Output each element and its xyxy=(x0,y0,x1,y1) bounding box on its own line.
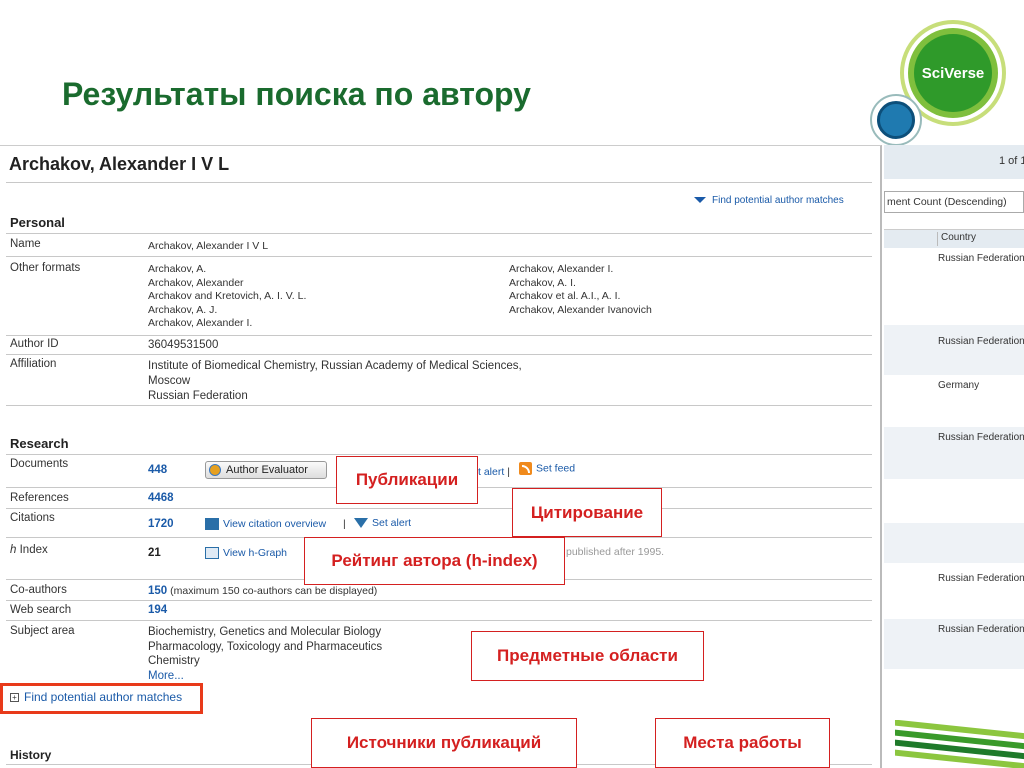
subject-area-label: Subject area xyxy=(10,625,75,637)
table-row: Russian Federation xyxy=(938,573,1024,584)
annotation-sources: Источники публикаций xyxy=(311,718,577,768)
table-row: Germany xyxy=(938,380,980,391)
column-header-country[interactable]: Country xyxy=(937,232,976,246)
view-hgraph-link[interactable]: View h-Graph xyxy=(205,547,287,560)
table-row: Russian Federation xyxy=(938,336,1024,347)
separator: | xyxy=(343,518,346,530)
affiliation-value: Institute of Biomedical Chemistry, Russi… xyxy=(148,360,522,402)
other-formats-col1: Archakov, A. Archakov, Alexander Archako… xyxy=(148,263,307,329)
table-row: Russian Federation xyxy=(938,624,1024,635)
section-research: Research xyxy=(10,436,69,451)
table-row: Russian Federation xyxy=(938,253,1024,264)
citations-count-link[interactable]: 1720 xyxy=(148,518,174,530)
decorative-circle-icon xyxy=(870,94,922,146)
find-author-matches-link-bottom[interactable]: + Find potential author matches xyxy=(10,690,182,704)
affiliation-label: Affiliation xyxy=(10,358,57,370)
section-history: History xyxy=(10,748,52,762)
results-table-fragment: 1 of 1 ment Count (Descending) Country R… xyxy=(884,145,1024,768)
decorative-stripes xyxy=(895,720,1024,768)
coauthors-label: Co-authors xyxy=(10,584,67,596)
documents-label: Documents xyxy=(10,458,69,470)
annotation-citations: Цитирование xyxy=(512,488,662,537)
hindex-note: published after 1995. xyxy=(566,546,665,558)
set-feed-link[interactable]: Set feed xyxy=(519,462,575,475)
other-formats-col2: Archakov, Alexander I. Archakov, A. I. A… xyxy=(509,263,652,316)
set-alert-link-documents[interactable]: t alert | xyxy=(478,466,510,478)
set-alert-link-citations[interactable]: Set alert xyxy=(354,517,411,529)
sort-select[interactable]: ment Count (Descending) xyxy=(884,191,1024,213)
name-value: Archakov, Alexander I V L xyxy=(148,240,269,252)
annotation-publications: Публикации xyxy=(336,456,478,504)
bar-chart-icon xyxy=(205,518,219,531)
find-author-matches-link-top[interactable]: Find potential author matches xyxy=(694,195,844,206)
triangle-down-icon xyxy=(694,197,706,204)
annotation-subjects: Предметные области xyxy=(471,631,704,681)
expand-plus-icon: + xyxy=(10,693,19,703)
author-id-label: Author ID xyxy=(10,338,59,350)
documents-count-link[interactable]: 448 xyxy=(148,464,167,476)
websearch-count[interactable]: 194 xyxy=(148,604,167,616)
coauthors-value: 150 (maximum 150 co-authors can be displ… xyxy=(148,585,378,597)
websearch-label: Web search xyxy=(10,604,72,616)
author-evaluator-icon xyxy=(209,464,221,476)
author-name: Archakov, Alexander I V L xyxy=(9,154,230,174)
annotation-workplaces: Места работы xyxy=(655,718,830,768)
slide-title: Результаты поиска по автору xyxy=(62,76,531,112)
author-evaluator-button[interactable]: Author Evaluator xyxy=(205,461,327,479)
logo-text: SciVerse xyxy=(914,34,992,112)
rss-icon xyxy=(519,462,532,475)
references-label: References xyxy=(10,492,69,504)
table-row: Russian Federation xyxy=(938,432,1024,443)
alert-icon xyxy=(354,518,368,529)
more-link[interactable]: More... xyxy=(148,669,382,684)
view-citation-overview-link[interactable]: View citation overview xyxy=(205,518,326,531)
author-id-value: 36049531500 xyxy=(148,339,219,351)
hindex-value: 21 xyxy=(148,547,161,559)
annotation-hindex: Рейтинг автора (h-index) xyxy=(304,537,565,585)
references-count[interactable]: 4468 xyxy=(148,492,174,504)
subject-area-list: Biochemistry, Genetics and Molecular Bio… xyxy=(148,626,383,684)
graph-icon xyxy=(205,547,219,560)
section-personal: Personal xyxy=(10,215,65,230)
citations-label: Citations xyxy=(10,512,55,524)
page-info: 1 of 1 xyxy=(999,155,1024,167)
other-formats-label: Other formats xyxy=(10,262,81,274)
name-label: Name xyxy=(10,238,41,250)
hindex-label: h Index xyxy=(10,544,48,556)
